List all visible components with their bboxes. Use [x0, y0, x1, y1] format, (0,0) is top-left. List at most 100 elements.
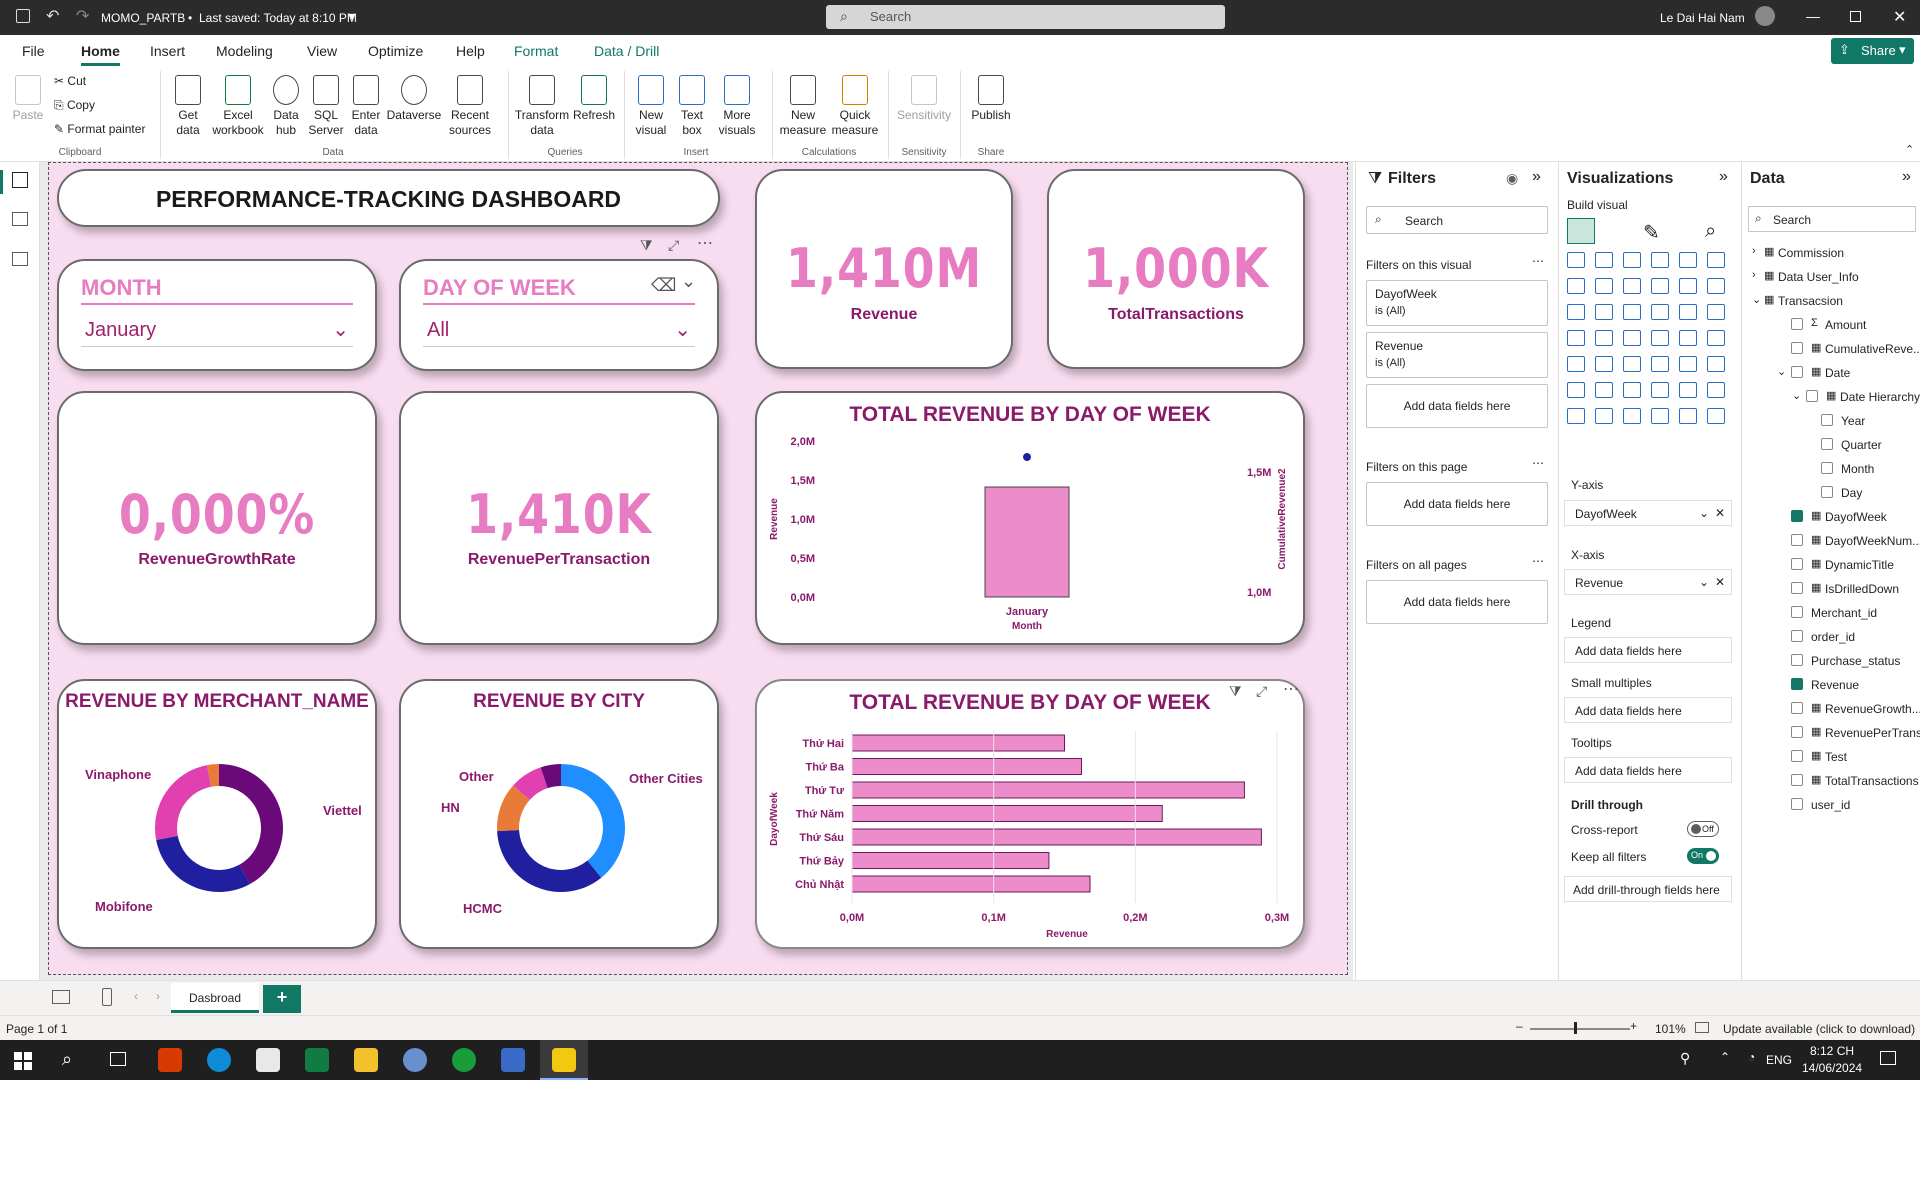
- chevron-down-icon[interactable]: ▾: [349, 9, 355, 23]
- waterfall-visual-icon[interactable]: [1567, 304, 1585, 320]
- tab-modeling[interactable]: Modeling: [216, 43, 273, 59]
- r-visual-visual-icon[interactable]: [1679, 356, 1697, 372]
- filled-map-visual-icon[interactable]: [1595, 330, 1613, 346]
- field-item[interactable]: Month: [1742, 458, 1920, 480]
- filters-search[interactable]: ⌕ Search: [1366, 206, 1548, 234]
- eraser-icon[interactable]: ⌫: [651, 275, 676, 296]
- tab-view[interactable]: View: [307, 43, 337, 59]
- field-checkbox[interactable]: [1821, 438, 1833, 450]
- format-visual-icon[interactable]: ✎: [1643, 220, 1660, 245]
- field-checkbox[interactable]: [1791, 510, 1803, 522]
- 100-bar-visual-icon[interactable]: [1679, 252, 1697, 268]
- chevron-down-icon[interactable]: ⌄: [681, 271, 696, 292]
- undo-icon[interactable]: ↶: [46, 6, 59, 26]
- azure-map-visual-icon[interactable]: [1623, 330, 1641, 346]
- field-item[interactable]: ▦ Test: [1742, 746, 1920, 768]
- data-hub-button[interactable]: Data hub: [268, 75, 304, 138]
- key-influencers-visual-icon[interactable]: [1567, 382, 1585, 398]
- more-options-icon[interactable]: ⋯: [1532, 554, 1544, 568]
- line-clustered-visual-icon[interactable]: [1679, 278, 1697, 294]
- field-item[interactable]: ▦ IsDrilledDown: [1742, 578, 1920, 600]
- search-input[interactable]: ⌕ Search: [826, 5, 1225, 29]
- field-checkbox[interactable]: [1791, 630, 1803, 642]
- chevron-down-icon[interactable]: ⌄: [1792, 389, 1801, 402]
- restore-icon[interactable]: [1850, 11, 1861, 22]
- chevron-right-icon[interactable]: ›: [1752, 269, 1756, 281]
- month-slicer[interactable]: MONTH January ⌄: [57, 259, 377, 371]
- table-visual-icon[interactable]: [1623, 356, 1641, 372]
- excel-icon[interactable]: [305, 1048, 329, 1072]
- sql-server-button[interactable]: SQL Server: [306, 75, 346, 138]
- data-search[interactable]: ⌕ Search: [1748, 206, 1916, 232]
- kpi-visual-icon[interactable]: [1567, 356, 1585, 372]
- 100-column-visual-icon[interactable]: [1707, 252, 1725, 268]
- paginated-visual-icon[interactable]: [1707, 382, 1725, 398]
- new-measure-button[interactable]: New measure: [778, 75, 828, 138]
- mail-icon[interactable]: [256, 1048, 280, 1072]
- field-checkbox[interactable]: [1791, 726, 1803, 738]
- focus-mode-icon[interactable]: ⤢: [1256, 683, 1267, 700]
- tab-home[interactable]: Home: [81, 43, 120, 66]
- bar-chart-card[interactable]: TOTAL REVENUE BY DAY OF WEEK Thứ Hai Thứ …: [755, 679, 1305, 949]
- donut-visual-icon[interactable]: [1679, 304, 1697, 320]
- kpi-revenue-per-tx-card[interactable]: 1,410K RevenuePerTransaction: [399, 391, 719, 645]
- shape-visual-icon[interactable]: [1651, 408, 1669, 424]
- slicer-visual-icon[interactable]: [1595, 356, 1613, 372]
- more-options-icon[interactable]: ⋯: [1532, 456, 1544, 470]
- zoom-in-icon[interactable]: +: [1630, 1019, 1637, 1033]
- windows-start-icon[interactable]: [14, 1052, 32, 1070]
- zoom-out-icon[interactable]: –: [1516, 1019, 1523, 1033]
- metrics-visual-icon[interactable]: [1623, 408, 1641, 424]
- dataverse-button[interactable]: Dataverse: [386, 75, 442, 123]
- add-data-fields-all[interactable]: Add data fields here: [1366, 580, 1548, 624]
- power-apps-visual-icon[interactable]: [1567, 408, 1585, 424]
- field-item[interactable]: order_id: [1742, 626, 1920, 648]
- line-visual-icon[interactable]: [1567, 278, 1585, 294]
- field-checkbox[interactable]: [1791, 582, 1803, 594]
- r-icon[interactable]: [403, 1048, 427, 1072]
- field-item[interactable]: Merchant_id: [1742, 602, 1920, 624]
- enter-data-button[interactable]: Enter data: [348, 75, 384, 138]
- add-page-button[interactable]: +: [263, 985, 301, 1013]
- report-view-icon[interactable]: [12, 172, 28, 188]
- search-icon[interactable]: ⌕: [62, 1049, 72, 1070]
- scatter-visual-icon[interactable]: [1623, 304, 1641, 320]
- field-item[interactable]: Day: [1742, 482, 1920, 504]
- field-item[interactable]: Σ Amount: [1742, 314, 1920, 336]
- more-options-icon[interactable]: ⋯: [1283, 679, 1299, 699]
- field-item[interactable]: ▦ DayofWeekNum...: [1742, 530, 1920, 552]
- multi-row-card-visual-icon[interactable]: [1707, 330, 1725, 346]
- chevron-down-icon[interactable]: ⌄: [1699, 506, 1709, 520]
- field-checkbox[interactable]: [1791, 774, 1803, 786]
- task-view-icon[interactable]: [110, 1052, 126, 1066]
- small-multiples-well[interactable]: Add data fields here: [1564, 697, 1732, 723]
- field-checkbox[interactable]: [1791, 606, 1803, 618]
- merchant-donut-card[interactable]: REVENUE BY MERCHANT_NAME Viettel Mobifone…: [57, 679, 377, 949]
- add-data-fields-visual[interactable]: Add data fields here: [1366, 384, 1548, 428]
- field-checkbox[interactable]: [1791, 342, 1803, 354]
- close-icon[interactable]: ✕: [1893, 7, 1906, 27]
- dayofweek-slicer[interactable]: DAY OF WEEK ⌫ ⌄ All ⌄: [399, 259, 719, 371]
- more-visual-icon[interactable]: [1707, 408, 1725, 424]
- file-explorer-icon[interactable]: [354, 1048, 378, 1072]
- tab-insert[interactable]: Insert: [150, 43, 185, 59]
- people-icon[interactable]: ⚲: [1680, 1050, 1690, 1067]
- field-checkbox[interactable]: [1791, 654, 1803, 666]
- tab-help[interactable]: Help: [456, 43, 485, 59]
- paste-button[interactable]: Paste: [10, 75, 46, 123]
- qa-visual-icon[interactable]: [1623, 382, 1641, 398]
- field-item[interactable]: ⌄ ▦ Transacsion: [1742, 290, 1920, 312]
- store-icon[interactable]: [501, 1048, 525, 1072]
- drill-through-well[interactable]: Add drill-through fields here: [1564, 876, 1732, 902]
- combo-chart-card[interactable]: TOTAL REVENUE BY DAY OF WEEK 2,0M 1,5M 1,0…: [755, 391, 1305, 645]
- filter-icon[interactable]: ⧩: [640, 237, 653, 254]
- mobile-layout-icon[interactable]: [102, 988, 112, 1006]
- filter-card-dayofweek[interactable]: DayofWeek is (All): [1366, 280, 1548, 326]
- update-notice[interactable]: Update available (click to download): [1723, 1022, 1915, 1036]
- field-item[interactable]: ▦RevenuePerTrans...: [1742, 722, 1920, 744]
- field-item[interactable]: Revenue: [1742, 674, 1920, 696]
- clustered-bar-visual-icon[interactable]: [1623, 252, 1641, 268]
- field-checkbox[interactable]: [1821, 462, 1833, 474]
- more-options-icon[interactable]: ⋯: [697, 233, 713, 253]
- quick-measure-button[interactable]: Quick measure: [830, 75, 880, 138]
